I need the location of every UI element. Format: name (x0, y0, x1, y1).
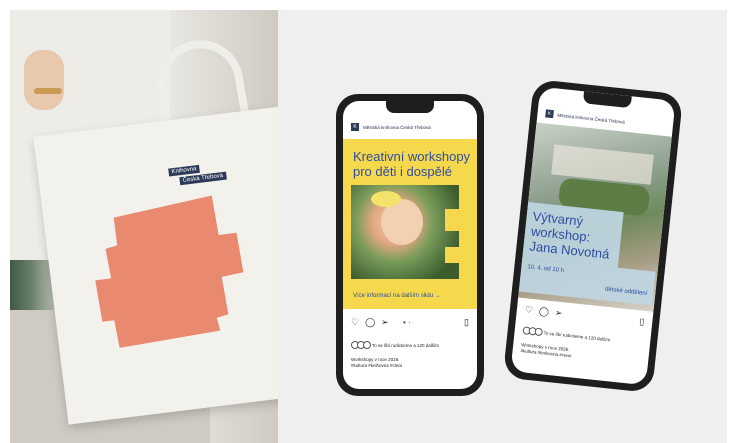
post1-child-photo (351, 185, 459, 279)
comment-icon[interactable]: ◯ (365, 317, 375, 328)
post2-title: Výtvarný workshop: Jana Novotná (528, 208, 611, 262)
liker-avatars (522, 326, 544, 337)
post1-shape-notch (445, 209, 459, 231)
tote-bag-photo: Knihovna Česká Třebová (10, 10, 278, 443)
post2-account-name: Městská knihovna Česká Třebová (557, 112, 626, 125)
library-logo-icon: K (545, 109, 554, 119)
phone-notch (582, 91, 632, 109)
comment-icon[interactable]: ◯ (538, 306, 549, 318)
post1-account-name: Městská knihovna Česká Třebová (363, 124, 431, 130)
post2-title-box: Výtvarný workshop: Jana Novotná (522, 202, 624, 268)
post1-shape-notch-2 (445, 247, 459, 263)
post1-image[interactable]: Kreativní workshopy pro děti i dospělé V… (343, 139, 477, 309)
tote-print-shape (95, 195, 244, 348)
post2-date: 10. 4. od 10 h (527, 264, 565, 275)
phone-left-screen: K Městská knihovna Česká Třebová Kreativ… (343, 101, 477, 389)
post1-title: Kreativní workshopy pro děti i dospělé (353, 149, 471, 179)
post2-location: dětské oddělení (604, 286, 648, 297)
post1-actions: ♡ ◯ ➢ (351, 317, 389, 328)
share-icon[interactable]: ➢ (554, 307, 563, 319)
liker-avatars (351, 341, 371, 349)
post1-account-row[interactable]: K Městská knihovna Česká Třebová (351, 123, 431, 131)
post2-account-row[interactable]: K Městská knihovna Česká Třebová (545, 109, 625, 125)
phone-right: K Městská knihovna Česká Třebová Výtvarn… (502, 78, 684, 394)
bookmark-icon[interactable]: ▯ (639, 316, 645, 327)
post1-more-link[interactable]: Více informací na dalším slidu → (353, 293, 441, 299)
flower-hair-clip (371, 191, 401, 207)
post2-info-box: 10. 4. od 10 h dětské oddělení (518, 257, 656, 306)
bookmark-icon[interactable]: ▯ (464, 317, 469, 328)
post2-image[interactable]: Výtvarný workshop: Jana Novotná 10. 4. o… (518, 122, 672, 312)
carousel-dots: • · (403, 318, 411, 327)
share-icon[interactable]: ➢ (381, 317, 389, 328)
library-logo-icon: K (351, 123, 359, 131)
post2-actions: ♡ ◯ ➢ (524, 304, 563, 319)
phone-left: K Městská knihovna Česká Třebová Kreativ… (336, 94, 484, 396)
post2-likes-row[interactable]: To se líbí rudictieme a 120 dalším (522, 326, 611, 343)
heart-icon[interactable]: ♡ (524, 304, 533, 316)
hand-shape (24, 50, 64, 110)
heart-icon[interactable]: ♡ (351, 317, 359, 328)
phone-notch (386, 101, 434, 113)
bracelet-shape (34, 88, 62, 94)
post1-caption-line2: #kultura #knihovna #cteni (351, 363, 403, 368)
post2-likes-text: To se líbí rudictieme a 120 dalším (543, 329, 611, 342)
phone-mockups-panel: K Městská knihovna Česká Třebová Kreativ… (278, 10, 727, 443)
phone-right-screen: K Městská knihovna Česká Třebová Výtvarn… (510, 86, 676, 386)
post1-likes-text: To se líbí rudictieme a 120 dalším (372, 342, 440, 348)
tote-bag: Knihovna Česká Třebová (33, 105, 278, 425)
post1-likes-row[interactable]: To se líbí rudictieme a 120 dalším (351, 341, 439, 349)
